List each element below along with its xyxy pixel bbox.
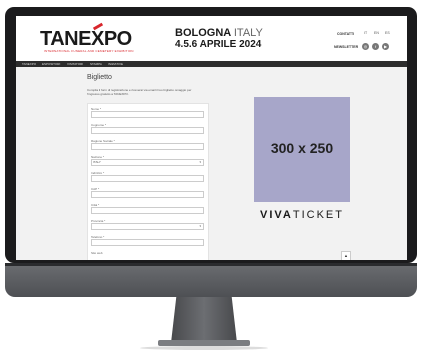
- monitor-shadow: [140, 346, 268, 350]
- youtube-icon[interactable]: ▶: [382, 43, 389, 50]
- chevron-down-icon: ▾: [199, 224, 201, 228]
- lang-es[interactable]: ES: [385, 31, 390, 35]
- nav-item-espositori[interactable]: ESPOSITORI: [42, 62, 60, 66]
- citta-input[interactable]: [91, 207, 204, 214]
- city-name: BOLOGNA: [175, 27, 231, 39]
- sponsor-bold: VIVA: [260, 209, 293, 221]
- field-citta: Città *: [91, 203, 204, 214]
- field-indirizzo: Indirizzo *: [91, 171, 204, 182]
- page-title: Biglietto: [87, 74, 112, 81]
- field-telefono: Telefono *: [91, 235, 204, 246]
- screen: TANEXPO INTERNATIONAL FUNERAL AND CEMETE…: [16, 16, 407, 260]
- monitor-chin: [5, 263, 417, 297]
- sponsor-light: TICKET: [292, 209, 344, 221]
- instagram-icon[interactable]: ◎: [362, 43, 369, 50]
- ad-size-label: 300 x 250: [270, 140, 334, 156]
- event-dates: 4.5.6 APRILE 2024: [175, 39, 262, 50]
- newsletter-link[interactable]: NEWSLETTER: [334, 45, 358, 49]
- cap-input[interactable]: [91, 191, 204, 198]
- logo-x: X: [90, 28, 104, 50]
- lang-en[interactable]: EN: [374, 31, 379, 35]
- field-cognome: Cognome *: [91, 123, 204, 134]
- site-header: TANEXPO INTERNATIONAL FUNERAL AND CEMETE…: [16, 16, 407, 56]
- lang-it[interactable]: IT: [364, 31, 367, 35]
- nav-item-stampa[interactable]: STAMPA: [90, 62, 102, 66]
- field-sito-web: Sito web: [91, 251, 203, 255]
- facebook-icon[interactable]: f: [372, 43, 379, 50]
- nazione-select[interactable]: ITALY ▾: [91, 159, 204, 166]
- nav-item-iniziative[interactable]: INIZIATIVE: [108, 62, 123, 66]
- nazione-value: ITALY: [93, 160, 101, 164]
- registration-form: Nome * Cognome * Ragione Sociale * Nazio…: [87, 103, 209, 260]
- logo-text-right: PO: [103, 28, 132, 50]
- logo-subtitle: INTERNATIONAL FUNERAL AND CEMETERY EXHIB…: [44, 49, 134, 53]
- vivaticket-logo[interactable]: VIVATICKET: [254, 209, 350, 221]
- indirizzo-input[interactable]: [91, 175, 204, 182]
- ragione-sociale-input[interactable]: [91, 143, 204, 150]
- provincia-select[interactable]: ▾: [91, 223, 204, 230]
- cognome-input[interactable]: [91, 127, 204, 134]
- ad-banner[interactable]: 300 x 250: [254, 97, 350, 202]
- contacts-link[interactable]: CONTATTI: [337, 32, 354, 36]
- form-intro: Compila il form di registrazione e ricev…: [87, 88, 192, 96]
- chevron-down-icon: ▾: [199, 160, 201, 164]
- event-city: BOLOGNA ITALY: [175, 27, 263, 39]
- tanexpo-logo[interactable]: TANEXPO: [40, 28, 132, 51]
- monitor-divider: [5, 263, 417, 266]
- field-nazione: Nazione * ITALY ▾: [91, 155, 204, 166]
- field-nome: Nome *: [91, 107, 204, 118]
- logo-text-left: TANE: [40, 28, 91, 50]
- nome-input[interactable]: [91, 111, 204, 118]
- field-label: Sito web: [91, 251, 103, 255]
- telefono-input[interactable]: [91, 239, 204, 246]
- field-cap: CAP *: [91, 187, 204, 198]
- country-name: ITALY: [233, 27, 263, 39]
- nav-item-visitatori[interactable]: VISITATORI: [67, 62, 83, 66]
- monitor-stand: [171, 297, 237, 343]
- nav-item-tanexpo[interactable]: TANEXPO: [22, 62, 36, 66]
- monitor-base: [158, 340, 250, 346]
- field-provincia: Provincia * ▾: [91, 219, 204, 230]
- scroll-top-button[interactable]: ▲: [341, 251, 351, 260]
- field-ragione-sociale: Ragione Sociale *: [91, 139, 204, 150]
